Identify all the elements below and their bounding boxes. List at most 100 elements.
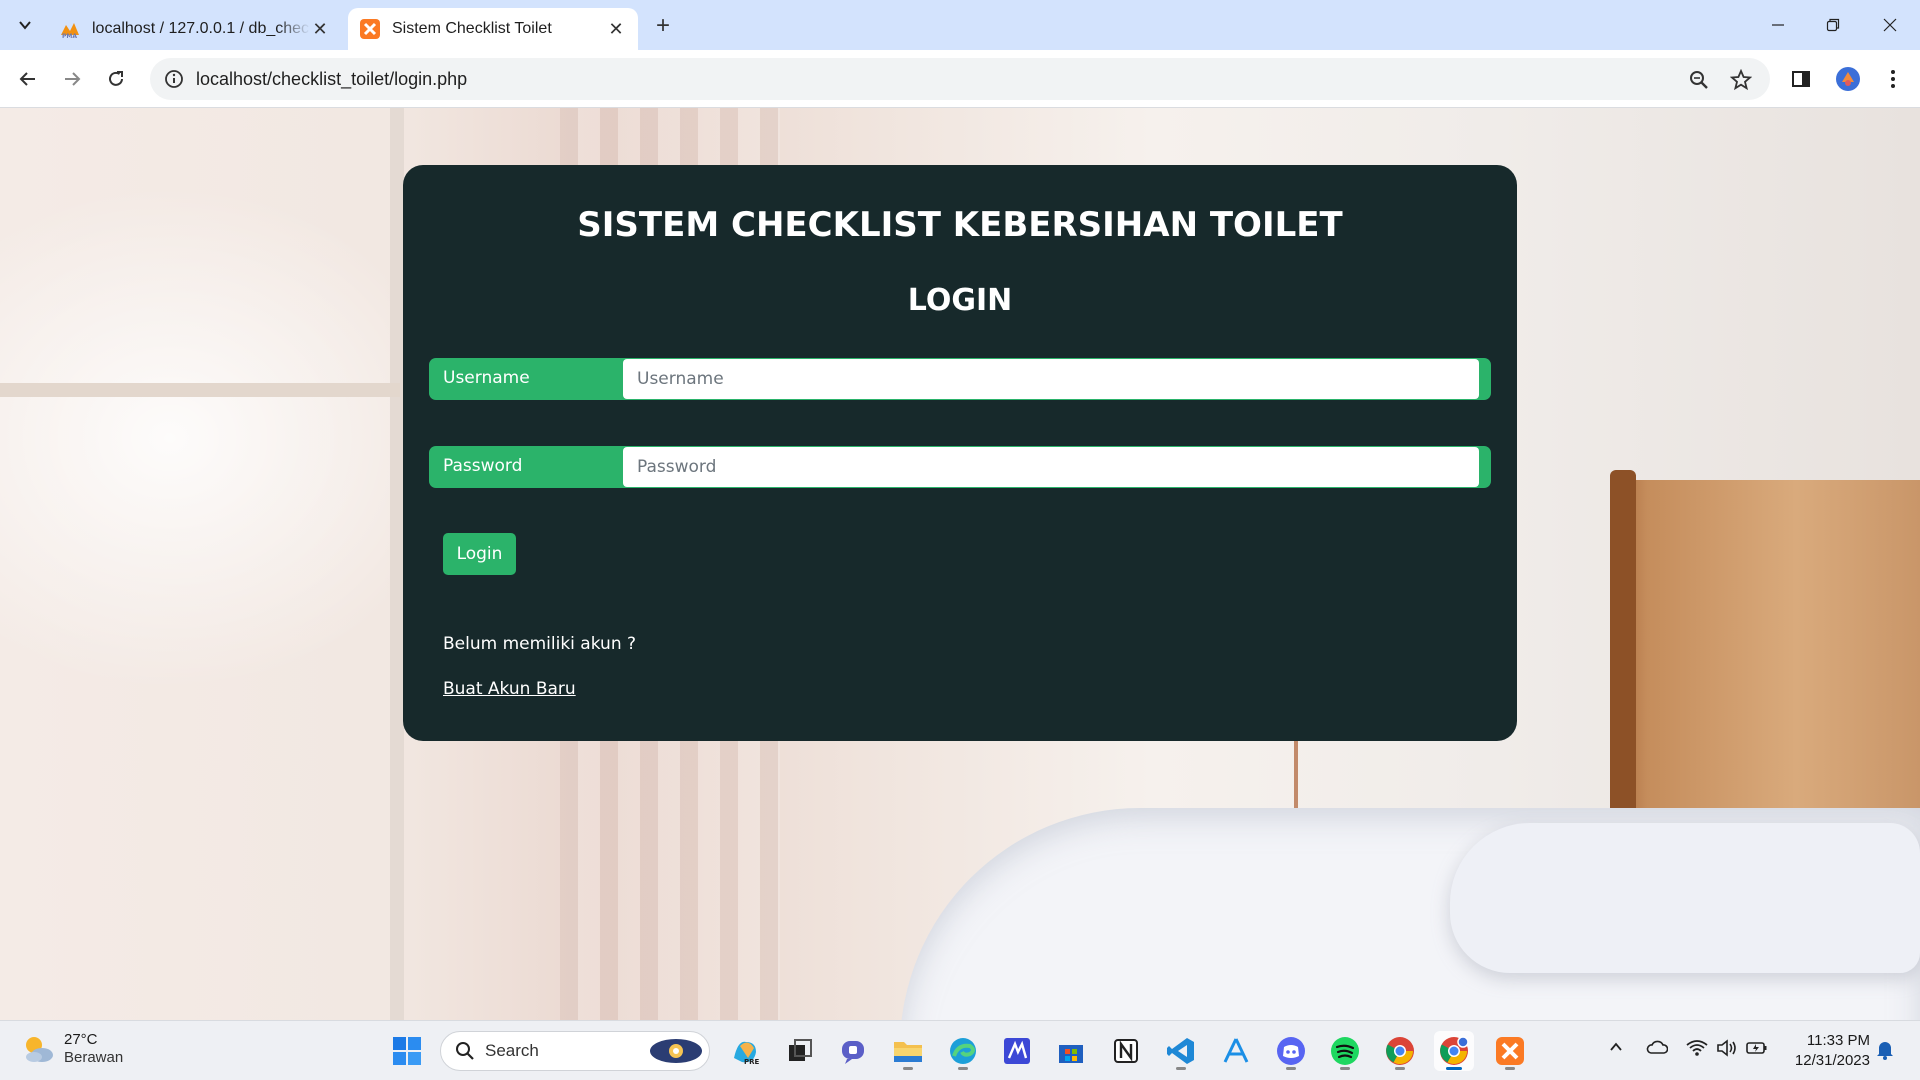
clock-date: 12/31/2023 [1794, 1052, 1870, 1069]
window-close-button[interactable] [1870, 10, 1910, 40]
tab-sistem-checklist[interactable]: Sistem Checklist Toilet ✕ [348, 8, 638, 50]
taskbar-app-spotify[interactable] [1325, 1031, 1365, 1071]
password-group: Password [429, 446, 1491, 488]
file-explorer-icon [894, 1042, 922, 1062]
taskbar-app-task-view[interactable] [780, 1031, 820, 1071]
form-title: LOGIN [907, 283, 1013, 318]
taskbar-app-copilot[interactable]: PRE [725, 1031, 765, 1071]
star-icon[interactable] [1730, 69, 1752, 91]
chevron-up-icon [1610, 1042, 1622, 1051]
onedrive-button[interactable] [1646, 1039, 1669, 1059]
profile-button[interactable] [1835, 66, 1861, 92]
minimize-icon [1772, 24, 1784, 26]
url-text[interactable]: localhost/checklist_toilet/login.php [196, 69, 467, 90]
menu-button[interactable] [1880, 66, 1906, 92]
close-icon[interactable]: ✕ [310, 19, 330, 40]
start-button[interactable] [387, 1031, 427, 1071]
weather-temp: 27°C [64, 1031, 98, 1048]
taskbar: 27°C Berawan Search PRE 11:33 PM 12/31/2… [0, 1020, 1920, 1080]
taskbar-clock[interactable]: 11:33 PM 12/31/2023 [1770, 1031, 1870, 1071]
taskbar-app-teams[interactable] [834, 1031, 874, 1071]
window-frame-decoration [390, 108, 404, 1020]
login-button[interactable]: Login [443, 533, 516, 575]
side-panel-button[interactable] [1788, 66, 1814, 92]
search-highlight-icon [650, 1039, 702, 1063]
spotify-icon [1331, 1037, 1359, 1065]
back-button[interactable] [12, 63, 44, 95]
cloud-icon [1646, 1040, 1669, 1054]
svg-text:PMA: PMA [62, 33, 77, 39]
weather-condition: Berawan [64, 1049, 124, 1066]
arrow-right-icon [65, 72, 81, 86]
username-input[interactable] [623, 359, 1479, 399]
partly-cloudy-icon [26, 1037, 53, 1062]
edge-icon [950, 1038, 976, 1064]
password-input[interactable] [623, 447, 1479, 487]
reload-icon [109, 71, 123, 86]
tab-title: Sistem Checklist Toilet [392, 20, 552, 37]
taskbar-app-store[interactable] [1051, 1031, 1091, 1071]
taskbar-app-chrome[interactable] [1380, 1031, 1420, 1071]
weather-widget[interactable]: 27°C Berawan [20, 1031, 123, 1067]
taskbar-app-discord[interactable] [1271, 1031, 1311, 1071]
username-group: Username [429, 358, 1491, 400]
tab-title: localhost / 127.0.0.1 / db_checklist_toi… [92, 20, 310, 37]
restore-icon [1826, 18, 1840, 32]
tab-search-button[interactable] [10, 10, 40, 40]
windows-start-icon [393, 1037, 421, 1065]
reload-button[interactable] [100, 63, 132, 95]
more-vertical-icon [1891, 70, 1895, 88]
close-icon[interactable]: ✕ [606, 19, 626, 40]
xampp-icon [1496, 1037, 1524, 1065]
password-label: Password [443, 456, 523, 476]
zoom-icon[interactable] [1688, 69, 1710, 91]
login-card: SISTEM CHECKLIST KEBERSIHAN TOILET LOGIN… [403, 165, 1517, 741]
show-hidden-icons-button[interactable] [1608, 1039, 1624, 1059]
app-title: SISTEM CHECKLIST KEBERSIHAN TOILET [577, 205, 1343, 245]
taskbar-app-app-store[interactable] [1216, 1031, 1256, 1071]
taskbar-app-vscode-blue[interactable] [997, 1031, 1037, 1071]
chrome-icon [1386, 1037, 1414, 1065]
notifications-button[interactable] [1876, 1040, 1894, 1064]
pillow-decoration [1450, 823, 1920, 973]
restore-button[interactable] [1813, 10, 1853, 40]
notion-icon [1114, 1039, 1138, 1063]
phpmyadmin-icon: PMA [61, 23, 79, 39]
browser-toolbar: localhost/checklist_toilet/login.php [0, 50, 1920, 108]
create-account-link[interactable]: Buat Akun Baru [443, 679, 576, 699]
avatar [1836, 67, 1860, 91]
taskbar-app-notion[interactable] [1106, 1031, 1146, 1071]
speaker-icon [1717, 1039, 1736, 1057]
bell-icon [1877, 1042, 1893, 1060]
taskbar-app-chrome-profile[interactable] [1434, 1031, 1474, 1071]
wifi-icon [1686, 1040, 1708, 1056]
forward-button[interactable] [56, 63, 88, 95]
browser-tabstrip: PMA localhost / 127.0.0.1 / db_checklist… [0, 0, 1920, 50]
store-icon [1059, 1045, 1083, 1063]
vscode-icon [1167, 1038, 1194, 1064]
address-bar[interactable]: localhost/checklist_toilet/login.php [150, 58, 1770, 100]
no-account-text: Belum memiliki akun ? [443, 634, 637, 654]
battery-button[interactable] [1746, 1039, 1768, 1061]
search-icon [456, 1042, 474, 1060]
new-tab-button[interactable]: + [650, 12, 676, 40]
svg-text:PRE: PRE [744, 1058, 760, 1066]
chevron-down-icon [19, 21, 31, 30]
taskbar-app-vscode[interactable] [1161, 1031, 1201, 1071]
copilot-icon: PRE [734, 1041, 760, 1066]
taskbar-search[interactable]: Search [440, 1031, 710, 1071]
username-label: Username [443, 368, 530, 388]
volume-button[interactable] [1716, 1039, 1738, 1061]
window-sill-decoration [0, 383, 400, 397]
tab-phpmyadmin[interactable]: PMA localhost / 127.0.0.1 / db_checklist… [48, 8, 342, 50]
info-icon[interactable] [164, 69, 184, 89]
taskbar-app-edge[interactable] [943, 1031, 983, 1071]
wifi-button[interactable] [1686, 1039, 1708, 1061]
taskbar-app-file-explorer[interactable] [888, 1031, 928, 1071]
taskbar-app-xampp[interactable] [1490, 1031, 1530, 1071]
xampp-icon [360, 19, 380, 39]
clock-time: 11:33 PM [1806, 1032, 1870, 1049]
close-icon [1883, 18, 1897, 32]
minimize-button[interactable] [1758, 10, 1798, 40]
search-label: Search [485, 1041, 539, 1060]
